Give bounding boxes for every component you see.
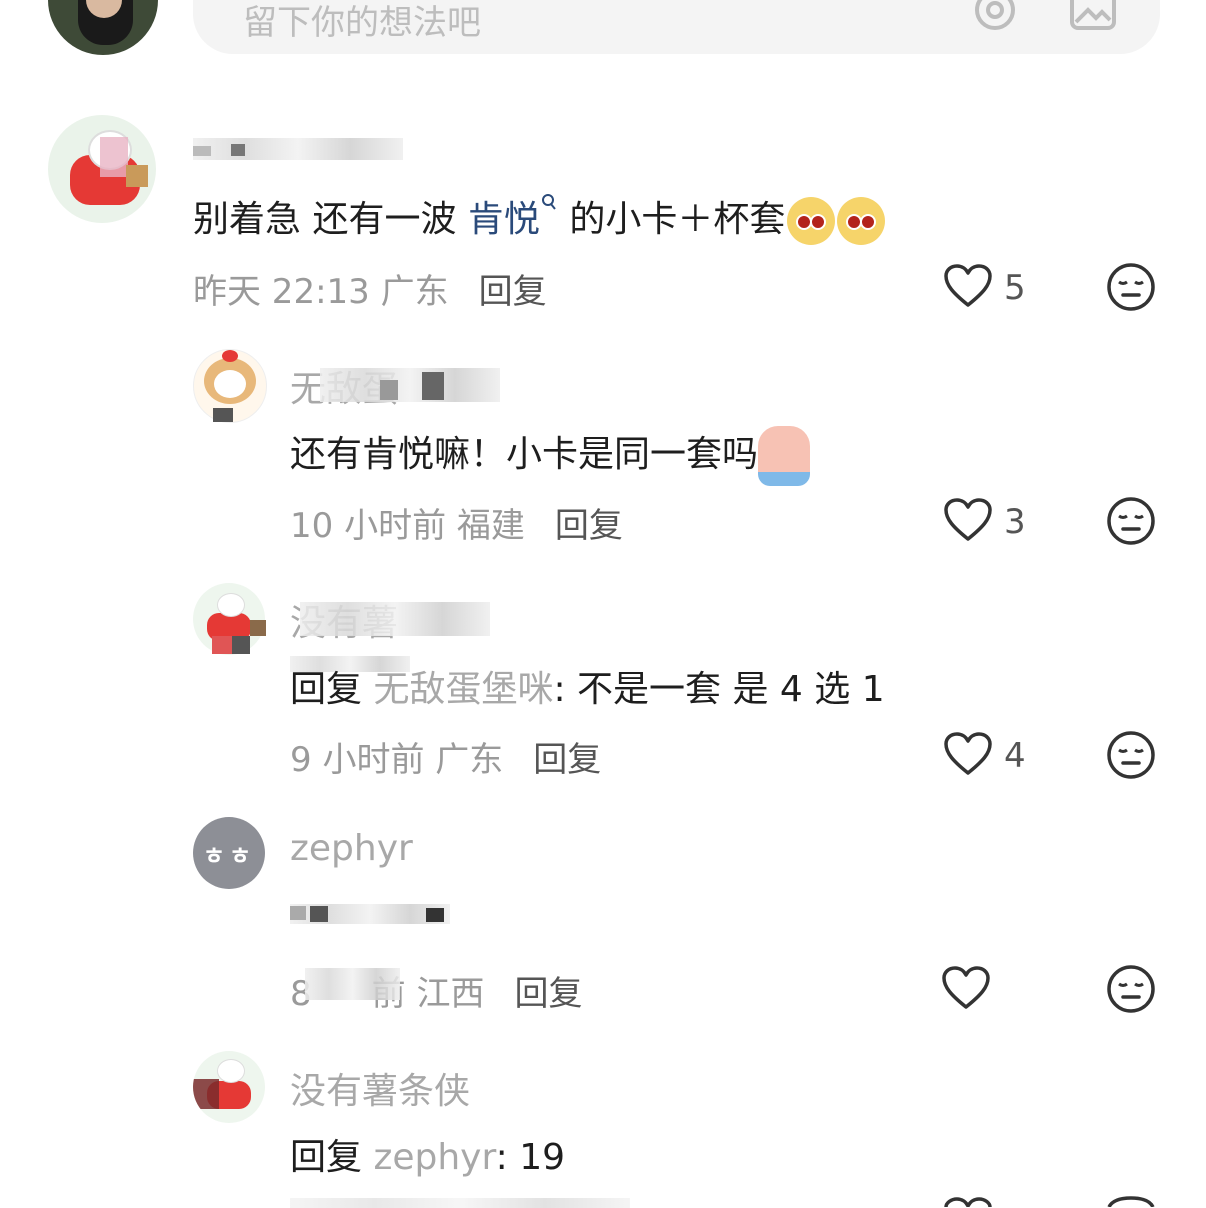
reply-to-user[interactable]: 无敌蛋堡咪 <box>373 669 553 710</box>
reply-button[interactable]: 回复 <box>479 272 547 312</box>
sticker-emoji <box>787 197 836 245</box>
meh-face-icon[interactable] <box>1106 1196 1156 1207</box>
image-icon[interactable] <box>1070 0 1116 30</box>
heart-outline-icon[interactable] <box>943 263 993 309</box>
like-count: 4 <box>1004 736 1026 776</box>
comment-input[interactable]: 留下你的想法吧 <box>193 0 1160 54</box>
like-count: 5 <box>1004 268 1026 308</box>
crying-sticker-emoji <box>758 426 811 486</box>
sticker-emoji <box>837 197 886 245</box>
comment-text: 还有肯悦嘛！小卡是同一套吗 <box>290 425 811 486</box>
comment-text: 别着急 还有一波 肯悦 的小卡＋杯套 <box>193 190 886 245</box>
comment-meta: 9 小时前 广东 回复 <box>290 740 602 780</box>
reply-button[interactable]: 回复 <box>533 740 601 780</box>
comment-meta: 昨天 22:13 广东 回复 <box>193 272 547 312</box>
search-icon <box>541 194 556 210</box>
heart-outline-icon[interactable] <box>941 965 991 1011</box>
reply-button[interactable]: 回复 <box>555 506 623 546</box>
time-redaction <box>305 968 400 1000</box>
reply-to-user[interactable]: zephyr <box>373 1137 495 1178</box>
my-avatar <box>48 0 158 55</box>
name-redaction <box>320 368 500 402</box>
comment-text: 回复 无敌蛋堡咪: 不是一套 是 4 选 1 <box>290 669 885 710</box>
comment-meta: 10 小时前 福建 回复 <box>290 506 623 546</box>
search-link[interactable]: 肯悦 <box>468 194 558 240</box>
heart-outline-icon[interactable] <box>943 497 993 543</box>
like-count: 3 <box>1004 502 1026 542</box>
meh-face-icon[interactable] <box>1106 496 1156 546</box>
username[interactable]: zephyr <box>290 828 413 869</box>
meh-face-icon[interactable] <box>1106 262 1156 312</box>
username[interactable]: 没有薯条侠 <box>290 1062 470 1114</box>
heart-outline-icon[interactable] <box>943 1196 993 1207</box>
name-redaction <box>300 602 490 636</box>
meh-face-icon[interactable] <box>1106 730 1156 780</box>
at-sign-icon[interactable] <box>973 0 1017 32</box>
avatar[interactable] <box>193 1051 265 1123</box>
username-blurred[interactable] <box>193 128 408 164</box>
avatar-pixelation <box>213 408 233 422</box>
comment-text-redacted <box>290 900 460 934</box>
avatar[interactable] <box>48 115 156 223</box>
heart-outline-icon[interactable] <box>943 731 993 777</box>
meh-face-icon[interactable] <box>1106 964 1156 1014</box>
comment-input-placeholder: 留下你的想法吧 <box>243 3 481 43</box>
comment-text: 回复 zephyr: 19 <box>290 1137 566 1178</box>
avatar[interactable]: ㅎㅎ <box>193 817 265 889</box>
reply-button[interactable]: 回复 <box>514 974 582 1014</box>
